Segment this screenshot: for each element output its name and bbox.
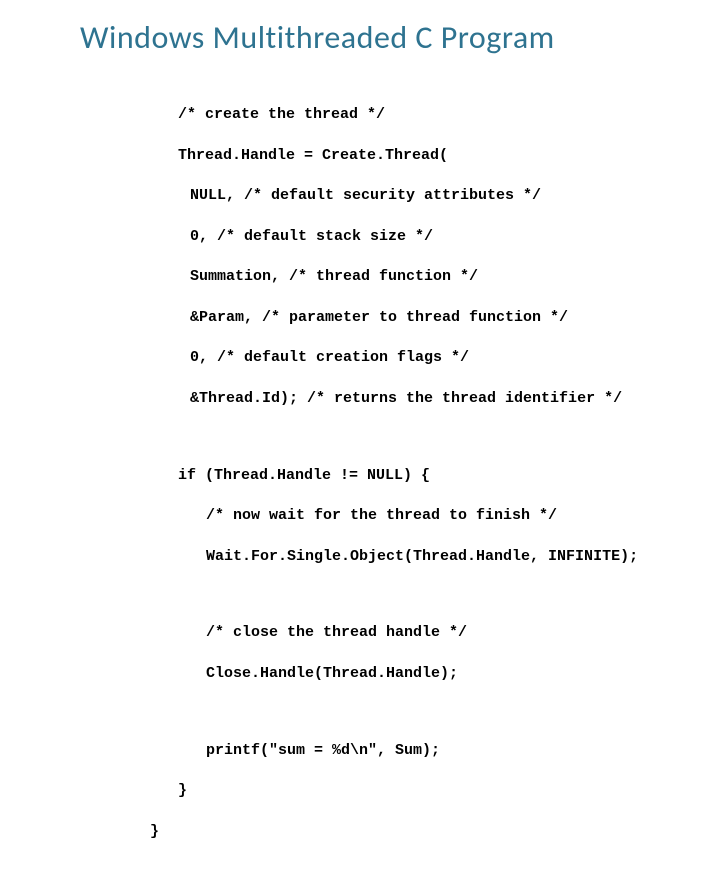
code-line: Wait.For.Single.Object(Thread.Handle, IN… xyxy=(150,547,690,567)
code-line: Thread.Handle = Create.Thread( xyxy=(150,146,690,166)
blank-line xyxy=(150,429,690,445)
code-line: 0, /* default creation flags */ xyxy=(150,348,690,368)
blank-line xyxy=(150,704,690,720)
code-line: Close.Handle(Thread.Handle); xyxy=(150,664,690,684)
code-line: &Param, /* parameter to thread function … xyxy=(150,308,690,328)
code-line: if (Thread.Handle != NULL) { xyxy=(150,466,690,486)
slide: Windows Multithreaded C Program /* creat… xyxy=(0,0,720,540)
code-block: /* create the thread */ Thread.Handle = … xyxy=(150,85,690,882)
code-line: /* close the thread handle */ xyxy=(150,623,690,643)
code-line: printf("sum = %d\n", Sum); xyxy=(150,741,690,761)
blank-line xyxy=(150,587,690,603)
code-line: /* create the thread */ xyxy=(150,105,690,125)
code-line: /* now wait for the thread to finish */ xyxy=(150,506,690,526)
code-line: 0, /* default stack size */ xyxy=(150,227,690,247)
code-line: Summation, /* thread function */ xyxy=(150,267,690,287)
code-line: } xyxy=(150,822,690,842)
code-line: } xyxy=(150,781,690,801)
code-line: &Thread.Id); /* returns the thread ident… xyxy=(150,389,690,409)
slide-title: Windows Multithreaded C Program xyxy=(80,18,690,57)
code-line: NULL, /* default security attributes */ xyxy=(150,186,690,206)
